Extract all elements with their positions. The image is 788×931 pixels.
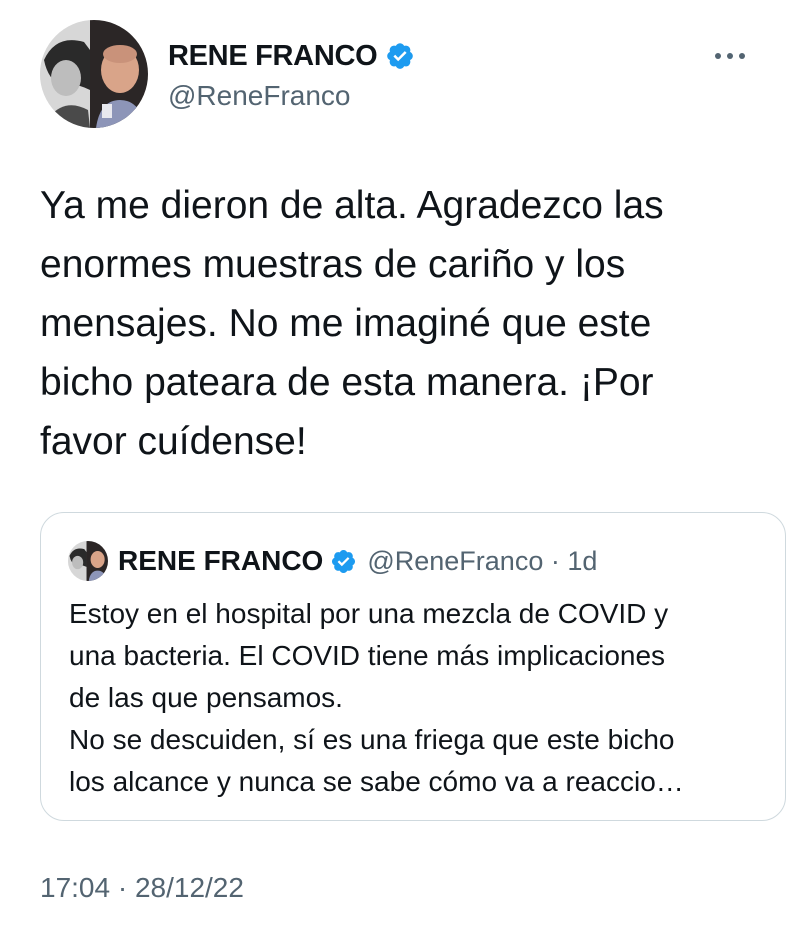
tweet-header: RENE FRANCO @ReneFranco bbox=[40, 20, 748, 130]
quoted-text-line: una bacteria. El COVID tiene más implica… bbox=[69, 640, 666, 671]
more-horizontal-icon bbox=[715, 53, 745, 59]
quoted-text-line: Estoy en el hospital por una mezcla de C… bbox=[69, 598, 669, 629]
author-handle[interactable]: @ReneFranco bbox=[168, 80, 415, 112]
tweet-text-line: bicho pateara de esta manera. ¡Por bbox=[40, 361, 654, 404]
author-display-name[interactable]: RENE FRANCO bbox=[168, 40, 378, 73]
tweet-text-line: mensajes. No me imaginé que este bbox=[40, 302, 652, 345]
quoted-text-line: los alcance y nunca se sabe cómo va a re… bbox=[69, 766, 684, 797]
tweet-view: RENE FRANCO @ReneFranco Ya me dieron de … bbox=[0, 0, 788, 931]
author-avatar[interactable] bbox=[40, 20, 148, 128]
tweet-timestamp[interactable]: 17:04 · 28/12/22 bbox=[40, 872, 244, 904]
quoted-author-avatar bbox=[68, 541, 108, 581]
quoted-tweet-text: Estoy en el hospital por una mezcla de C… bbox=[69, 593, 769, 803]
display-name-row: RENE FRANCO bbox=[168, 36, 415, 76]
tweet-text-line: favor cuídense! bbox=[40, 420, 307, 463]
quoted-tweet-card[interactable]: RENE FRANCO @ReneFranco · 1d Estoy en el… bbox=[40, 512, 786, 821]
quoted-verified-badge-icon bbox=[330, 548, 357, 575]
more-options-button[interactable] bbox=[712, 48, 748, 64]
author-info: RENE FRANCO @ReneFranco bbox=[168, 36, 415, 112]
quoted-text-line: de las que pensamos. bbox=[69, 682, 343, 713]
tweet-text: Ya me dieron de alta. Agradezco las enor… bbox=[40, 176, 760, 471]
tweet-text-line: Ya me dieron de alta. Agradezco las bbox=[40, 184, 664, 227]
quoted-handle-and-age: @ReneFranco · 1d bbox=[367, 545, 598, 576]
quoted-author-display-name: RENE FRANCO bbox=[118, 545, 324, 576]
quoted-tweet-header: RENE FRANCO @ReneFranco · 1d bbox=[68, 539, 597, 583]
tweet-text-line: enormes muestras de cariño y los bbox=[40, 243, 626, 286]
quoted-text-line: No se descuiden, sí es una friega que es… bbox=[69, 724, 675, 755]
verified-badge-icon bbox=[385, 41, 415, 71]
